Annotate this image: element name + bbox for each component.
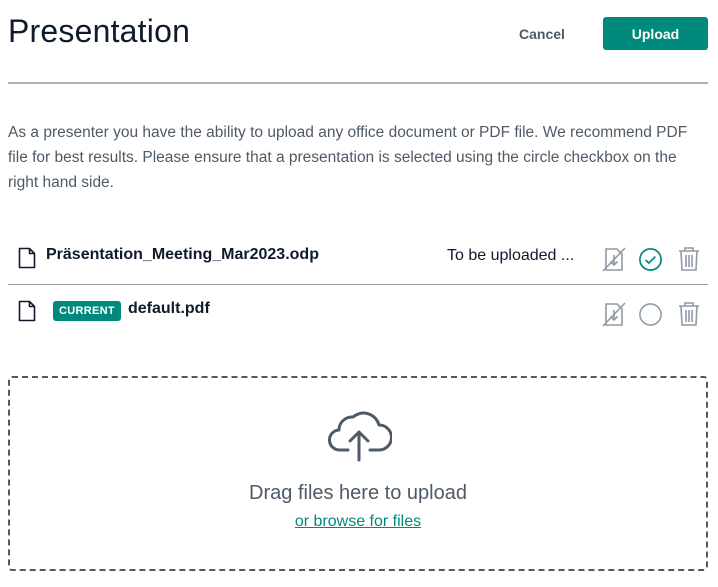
file-icon: [18, 247, 36, 269]
modal-header: Presentation Cancel Upload: [8, 0, 708, 84]
upload-button[interactable]: Upload: [603, 17, 708, 50]
file-list: Präsentation_Meeting_Mar2023.odp To be u…: [8, 230, 708, 340]
cloud-upload-icon: [326, 408, 393, 466]
download-disabled-icon[interactable]: [601, 301, 627, 327]
description-text: As a presenter you have the ability to u…: [8, 124, 688, 191]
upload-status: To be uploaded ...: [447, 247, 575, 264]
page-title: Presentation: [8, 13, 191, 49]
file-icon: [18, 300, 36, 322]
trash-icon[interactable]: [676, 246, 702, 272]
file-dropzone[interactable]: Drag files here to upload or browse for …: [8, 376, 708, 571]
trash-icon[interactable]: [676, 301, 702, 327]
empty-circle-icon[interactable]: [638, 302, 663, 327]
file-name: default.pdf: [128, 300, 210, 317]
download-disabled-icon[interactable]: [601, 246, 627, 272]
check-circle-icon[interactable]: [638, 247, 663, 272]
file-name: Präsentation_Meeting_Mar2023.odp: [46, 246, 319, 263]
drag-instructions: Drag files here to upload: [249, 482, 467, 504]
cancel-button[interactable]: Cancel: [504, 18, 580, 50]
file-row: Präsentation_Meeting_Mar2023.odp To be u…: [8, 230, 708, 285]
file-row: CURRENT default.pdf: [8, 285, 708, 340]
current-badge: CURRENT: [53, 301, 121, 321]
browse-files-link[interactable]: or browse for files: [295, 513, 421, 530]
